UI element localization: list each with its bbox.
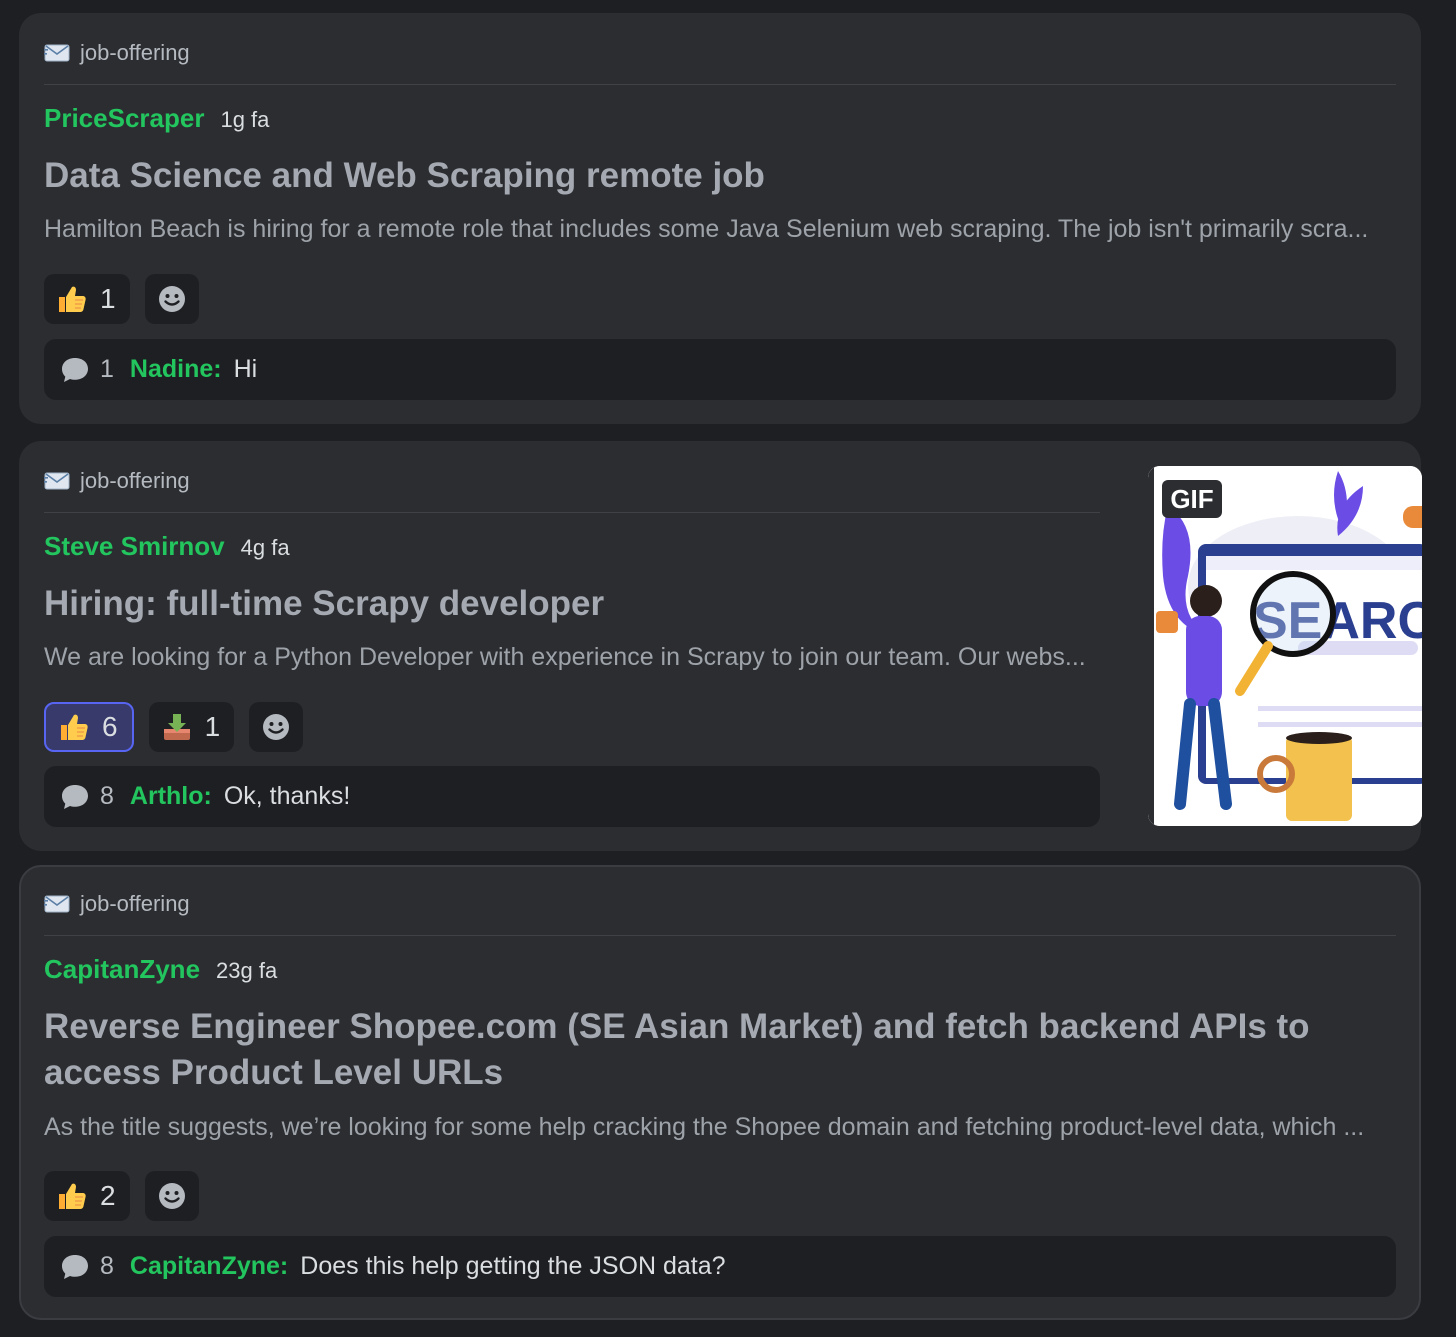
timestamp: 4g fa (240, 535, 290, 560)
post-thumbnail[interactable]: SEARC GIF (1148, 466, 1422, 826)
reply-text: Hi (233, 355, 258, 383)
post-title-line: Reverse Engineer Shopee.com (SE Asian Ma… (44, 1007, 1310, 1046)
divider (44, 84, 1396, 85)
thumbs-up-icon (58, 711, 90, 743)
channel-tag: job-offering (44, 889, 190, 919)
author-name[interactable]: CapitanZyne (44, 954, 200, 985)
post-title[interactable]: Data Science and Web Scraping remote job (44, 153, 765, 199)
channel-tag: job-offering (44, 466, 190, 496)
envelope-icon (44, 895, 70, 913)
message-bubble-icon (60, 356, 90, 384)
reaction-thumbs-up[interactable]: 6 (44, 702, 134, 752)
reaction-count: 6 (102, 711, 118, 742)
add-reaction-button[interactable] (249, 702, 304, 752)
reactions: 6 1 (44, 702, 304, 752)
author-name[interactable]: Steve Smirnov (44, 531, 225, 562)
reply-count: 8 (100, 782, 114, 810)
reply-count: 1 (100, 355, 114, 383)
message-bubble-icon (60, 783, 90, 811)
reaction-thumbs-up[interactable]: 1 (44, 274, 130, 324)
smile-icon (260, 711, 292, 743)
reply-count: 8 (100, 1252, 114, 1280)
reaction-thumbs-up[interactable]: 2 (44, 1171, 130, 1221)
reply-text: Ok, thanks! (223, 782, 351, 810)
author-name[interactable]: PriceScraper (44, 103, 204, 134)
post-snippet: We are looking for a Python Developer wi… (44, 643, 1086, 671)
inbox-download-icon (161, 711, 193, 743)
gif-badge: GIF (1162, 480, 1222, 518)
thumbs-up-icon (56, 283, 88, 315)
reply-author: Nadine: (129, 355, 222, 383)
post-snippet: Hamilton Beach is hiring for a remote ro… (44, 215, 1369, 243)
envelope-icon (44, 472, 70, 490)
timestamp: 23g fa (216, 958, 278, 983)
author-row: PriceScraper 1g fa (44, 103, 269, 137)
author-row: Steve Smirnov 4g fa (44, 531, 290, 565)
smile-icon (156, 1180, 188, 1212)
divider (44, 935, 1396, 936)
latest-reply[interactable]: 1 Nadine: Hi (44, 339, 1396, 400)
channel-tag: job-offering (44, 38, 190, 68)
smile-icon (156, 283, 188, 315)
add-reaction-button[interactable] (144, 1171, 199, 1221)
reply-author: CapitanZyne: (129, 1252, 289, 1280)
reaction-count: 2 (100, 1180, 116, 1211)
post-snippet: As the title suggests, we’re looking for… (44, 1113, 1365, 1141)
post-card[interactable]: job-offering CapitanZyne 23g fa Reverse … (19, 865, 1421, 1320)
reaction-inbox-download[interactable]: 1 (148, 702, 235, 752)
channel-tag-label: job-offering (80, 40, 190, 65)
reactions: 1 (44, 274, 199, 324)
timestamp: 1g fa (220, 107, 270, 132)
reply-text: Does this help getting the JSON data? (300, 1252, 726, 1280)
channel-tag-label: job-offering (80, 468, 190, 493)
envelope-icon (44, 44, 70, 62)
post-title[interactable]: Reverse Engineer Shopee.com (SE Asian Ma… (44, 1004, 1310, 1096)
author-row: CapitanZyne 23g fa (44, 954, 277, 988)
message-bubble-icon (60, 1253, 90, 1281)
latest-reply[interactable]: 8 CapitanZyne: Does this help getting th… (44, 1236, 1396, 1297)
divider (44, 512, 1100, 513)
post-card[interactable]: job-offering PriceScraper 1g fa Data Sci… (19, 13, 1421, 424)
add-reaction-button[interactable] (144, 274, 199, 324)
search-illustration: SEARC (1148, 466, 1422, 826)
reply-author: Arthlo: (129, 782, 212, 810)
channel-tag-label: job-offering (80, 891, 190, 916)
post-title-line: access Product Level URLs (44, 1053, 504, 1092)
reactions: 2 (44, 1171, 199, 1221)
latest-reply[interactable]: 8 Arthlo: Ok, thanks! (44, 766, 1100, 827)
post-card[interactable]: job-offering Steve Smirnov 4g fa Hiring:… (19, 441, 1422, 851)
reaction-count: 1 (204, 711, 221, 742)
thumbs-up-icon (56, 1180, 88, 1212)
reaction-count: 1 (100, 283, 116, 314)
post-title[interactable]: Hiring: full-time Scrapy developer (44, 581, 604, 627)
